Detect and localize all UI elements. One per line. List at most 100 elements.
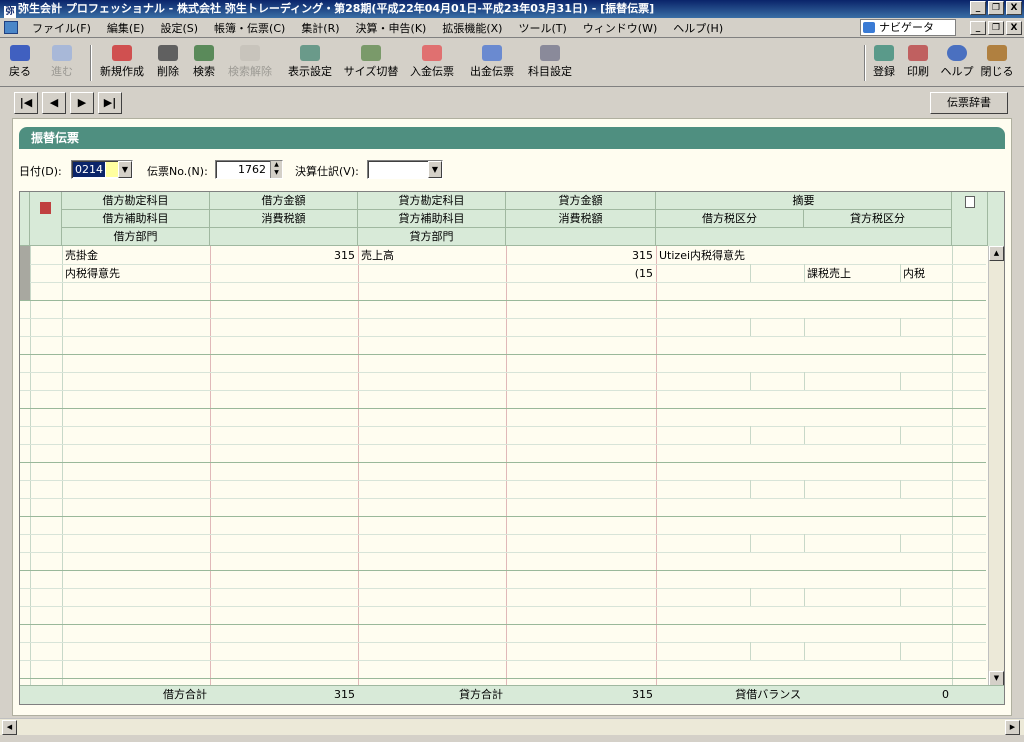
grid-subcolumn-line (804, 426, 805, 444)
menu-extensions[interactable]: 拡張機能(X) (434, 20, 510, 36)
menu-help[interactable]: ヘルプ(H) (665, 20, 731, 36)
close-window-button[interactable]: X (1006, 1, 1022, 15)
debit-sub-cell[interactable]: 内税得意先 (62, 265, 210, 283)
menu-window[interactable]: ウィンドウ(W) (575, 20, 665, 36)
grid-subcolumn-line (750, 642, 751, 660)
menu-totals[interactable]: 集計(R) (293, 20, 347, 36)
credit-tax-class-cell[interactable]: 課税売上 (804, 265, 900, 283)
header-credit-sub: 貸方補助科目 (358, 210, 506, 228)
memo-icon[interactable] (952, 192, 988, 246)
grid-row-line (20, 552, 986, 553)
grid-subcolumn-line (804, 480, 805, 498)
grid-row-line (20, 516, 986, 517)
first-record-button[interactable]: |◀ (14, 92, 38, 114)
horizontal-scrollbar[interactable]: ◀ ▶ (0, 718, 1024, 735)
new-document-icon (112, 45, 132, 61)
slip-no-spinner-icon[interactable]: ▲ ▼ (270, 161, 282, 178)
slip-no-field[interactable]: 1762 ▲ ▼ (215, 160, 283, 179)
grid-subcolumn-line (804, 588, 805, 606)
child-minimize-button[interactable]: _ (970, 21, 986, 35)
search-button[interactable]: 検索 (190, 43, 218, 85)
system-menu-icon[interactable] (4, 21, 18, 34)
header-blank (210, 228, 358, 246)
help-button[interactable]: ヘルプ (940, 43, 974, 85)
date-dropdown-icon[interactable]: ▼ (118, 161, 132, 178)
credit-amount-cell[interactable]: 315 (506, 247, 656, 265)
register-button[interactable]: 登録 (870, 43, 898, 85)
title-bar: 弥弥生会計 プロフェッショナル - 株式会社 弥生トレーディング・第28期(平成… (0, 0, 1024, 18)
settlement-dropdown-icon[interactable]: ▼ (428, 161, 442, 178)
credit-tax-cell[interactable]: (15 (506, 265, 656, 283)
next-record-button[interactable]: ▶ (70, 92, 94, 114)
header-credit-tax-class: 貸方税区分 (804, 210, 952, 228)
display-settings-button[interactable]: 表示設定 (284, 43, 336, 85)
grid-row-line (20, 444, 986, 445)
debit-account-cell[interactable]: 売掛金 (62, 247, 210, 265)
slip-dictionary-button[interactable]: 伝票辞書 (930, 92, 1008, 114)
grid-subcolumn-line (804, 372, 805, 390)
new-button[interactable]: 新規作成 (96, 43, 148, 85)
back-button[interactable]: 戻る (6, 43, 34, 85)
grid-row-line (20, 606, 986, 607)
credit-tax-type-cell[interactable]: 内税 (900, 265, 952, 283)
header-blank (656, 228, 952, 246)
scroll-up-icon[interactable]: ▲ (989, 246, 1004, 261)
debit-amount-cell[interactable]: 315 (210, 247, 358, 265)
debit-total-label: 借方合計 (163, 688, 207, 701)
grid-subcolumn-line (900, 318, 901, 336)
size-toggle-icon (361, 45, 381, 61)
last-record-button[interactable]: ▶| (98, 92, 122, 114)
record-navigation-bar: |◀ ◀ ▶ ▶| 伝票辞書 (0, 88, 1024, 118)
payment-slip-icon (482, 45, 502, 61)
balance-label: 貸借バランス (735, 688, 801, 701)
grid-row-line (20, 408, 986, 409)
size-toggle-button[interactable]: サイズ切替 (342, 43, 400, 85)
credit-account-cell[interactable]: 売上高 (358, 247, 506, 265)
restore-button[interactable]: ❐ (988, 1, 1004, 15)
prev-record-button[interactable]: ◀ (42, 92, 66, 114)
help-icon (947, 45, 967, 61)
payment-slip-button[interactable]: 出金伝票 (466, 43, 518, 85)
clear-search-button[interactable]: 検索解除 (224, 43, 276, 85)
menu-books[interactable]: 帳簿・伝票(C) (206, 20, 293, 36)
delete-button[interactable]: 削除 (154, 43, 182, 85)
navigator-icon (863, 22, 875, 33)
receipt-slip-button[interactable]: 入金伝票 (406, 43, 458, 85)
grid-subcolumn-line (750, 588, 751, 606)
forward-button[interactable]: 進む (48, 43, 76, 85)
grid-row-line (20, 588, 986, 589)
menu-closing[interactable]: 決算・申告(K) (348, 20, 435, 36)
slip-book-icon[interactable] (30, 192, 62, 246)
header-memo: 摘要 (656, 192, 952, 210)
vertical-scrollbar[interactable]: ▲ ▼ (988, 246, 1004, 686)
child-restore-button[interactable]: ❐ (988, 21, 1004, 35)
navigator-button[interactable]: ナビゲータ (860, 19, 956, 36)
account-settings-button[interactable]: 科目設定 (524, 43, 576, 85)
close-button[interactable]: 閉じる (980, 43, 1014, 85)
menu-edit[interactable]: 編集(E) (99, 20, 153, 36)
display-settings-icon (300, 45, 320, 61)
date-field[interactable]: 0214 ▼ (71, 160, 133, 179)
menu-tools[interactable]: ツール(T) (510, 20, 574, 36)
memo-cell[interactable]: Utizei内税得意先 (656, 247, 952, 265)
grid-subcolumn-line (750, 426, 751, 444)
scroll-right-icon[interactable]: ▶ (1005, 720, 1020, 735)
menu-settings[interactable]: 設定(S) (152, 20, 206, 36)
journal-grid[interactable]: 借方勘定科目 借方金額 貸方勘定科目 貸方金額 摘要 借方補助科目 消費税額 貸… (19, 191, 1005, 705)
header-debit-tax-class: 借方税区分 (656, 210, 804, 228)
settlement-select[interactable]: ▼ (367, 160, 443, 179)
minimize-button[interactable]: _ (970, 1, 986, 15)
print-button[interactable]: 印刷 (904, 43, 932, 85)
window-title: 弥生会計 プロフェッショナル - 株式会社 弥生トレーディング・第28期(平成2… (18, 2, 655, 15)
menu-file[interactable]: ファイル(F) (24, 20, 99, 36)
grid-column-line (952, 246, 953, 686)
grid-row-line (20, 390, 986, 391)
child-close-button[interactable]: X (1006, 21, 1022, 35)
grid-row-line (20, 462, 986, 463)
scroll-down-icon[interactable]: ▼ (989, 671, 1004, 686)
grid-row-line (20, 426, 986, 427)
selected-row-marker (20, 246, 30, 300)
scroll-left-icon[interactable]: ◀ (2, 720, 17, 735)
search-icon (194, 45, 214, 61)
header-debit-sub: 借方補助科目 (62, 210, 210, 228)
